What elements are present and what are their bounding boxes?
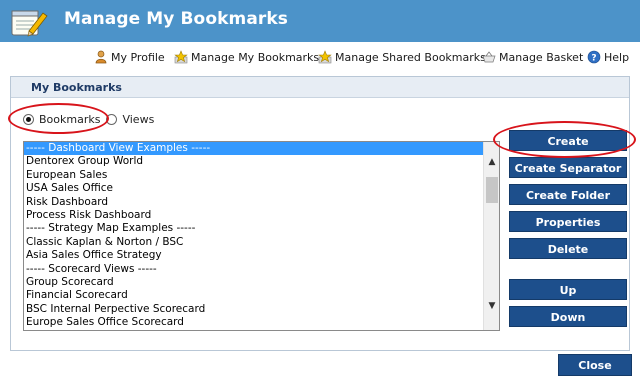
list-item[interactable]: Classic Kaplan & Norton / BSC: [24, 236, 499, 249]
list-item[interactable]: Europe Sales Office Scorecard: [24, 316, 499, 329]
down-button[interactable]: Down: [509, 306, 627, 327]
list-item[interactable]: ----- Scorecard Views -----: [24, 263, 499, 276]
shared-star-icon: [318, 50, 332, 64]
create-separator-button[interactable]: Create Separator: [509, 157, 627, 178]
views-radio-label[interactable]: Views: [122, 113, 154, 126]
bookmarks-radio-label[interactable]: Bookmarks: [39, 113, 100, 126]
up-button[interactable]: Up: [509, 279, 627, 300]
view-mode-selector: Bookmarks Views: [23, 113, 160, 126]
nav-label: Manage Shared Bookmarks: [335, 50, 486, 64]
list-item[interactable]: Asia Sales Office Strategy: [24, 249, 499, 262]
list-item[interactable]: Process Risk Dashboard: [24, 209, 499, 222]
list-item[interactable]: USA Sales Office: [24, 182, 499, 195]
my-bookmarks-panel: My Bookmarks Bookmarks Views ----- Dashb…: [8, 76, 636, 351]
close-button[interactable]: Close: [558, 354, 632, 376]
list-item[interactable]: Risk Dashboard: [24, 196, 499, 209]
nav-my-profile[interactable]: My Profile: [94, 50, 165, 64]
nav-label: Help: [604, 50, 630, 64]
nav-help[interactable]: ? Help: [587, 50, 629, 64]
nav-manage-my-bookmarks[interactable]: Manage My Bookmarks: [174, 50, 319, 64]
notepad-pencil-icon: [11, 10, 48, 37]
create-folder-button[interactable]: Create Folder: [509, 184, 627, 205]
help-icon: ?: [587, 50, 601, 64]
basket-icon: [482, 51, 496, 63]
properties-button[interactable]: Properties: [509, 211, 627, 232]
user-icon: [95, 50, 107, 64]
nav-manage-basket[interactable]: Manage Basket: [482, 50, 583, 64]
scroll-down-icon[interactable]: ▼: [484, 298, 499, 314]
nav-label: My Profile: [111, 50, 165, 64]
window-title: Manage My Bookmarks: [64, 9, 289, 29]
list-scrollbar[interactable]: ▲ ▼: [483, 142, 499, 330]
nav-label: Manage Basket: [499, 50, 584, 64]
list-item[interactable]: Dentorex Group World: [24, 155, 499, 168]
list-item[interactable]: Group Scorecard: [24, 276, 499, 289]
title-bar: Manage My Bookmarks: [0, 0, 640, 42]
list-item[interactable]: BSC Internal Perpective Scorecard: [24, 303, 499, 316]
create-button[interactable]: Create: [509, 130, 627, 151]
scroll-up-icon[interactable]: ▲: [484, 154, 499, 170]
nav-label: Manage My Bookmarks: [191, 50, 320, 64]
list-item[interactable]: Financial Scorecard: [24, 289, 499, 302]
top-nav: My Profile Manage My Bookmarks Manage Sh…: [0, 50, 640, 70]
panel-title: My Bookmarks: [11, 77, 629, 98]
delete-button[interactable]: Delete: [509, 238, 627, 259]
bookmark-list[interactable]: ----- Dashboard View Examples ----- Dent…: [23, 141, 500, 331]
bookmarks-radio[interactable]: [23, 114, 34, 125]
list-item[interactable]: ----- Strategy Map Examples -----: [24, 222, 499, 235]
views-radio[interactable]: [106, 114, 118, 125]
list-item[interactable]: ----- Dashboard View Examples -----: [24, 142, 499, 156]
nav-manage-shared-bookmarks[interactable]: Manage Shared Bookmarks: [318, 50, 486, 64]
list-item[interactable]: European Sales: [24, 169, 499, 182]
star-bookmark-icon: [174, 50, 188, 64]
scroll-thumb[interactable]: [486, 177, 498, 203]
svg-text:?: ?: [591, 54, 596, 64]
